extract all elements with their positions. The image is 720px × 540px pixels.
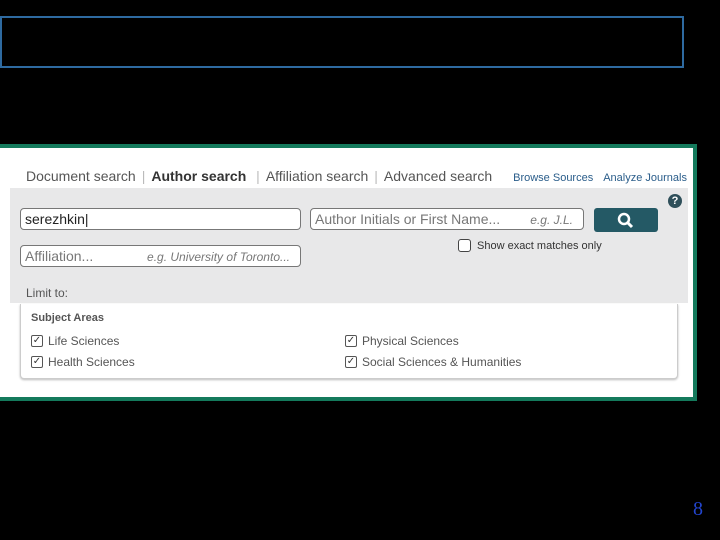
slide-title-placeholder: [0, 16, 684, 68]
subject-life-sciences[interactable]: ✓ Life Sciences: [31, 334, 119, 348]
exact-matches-label: Show exact matches only: [477, 239, 602, 252]
limit-to-label: Limit to:: [26, 286, 69, 300]
checkbox-checked-icon[interactable]: ✓: [31, 356, 43, 368]
scopus-search-panel: Document search | Author search | Affilia…: [0, 144, 697, 401]
author-last-name-input[interactable]: serezhkin|: [20, 208, 301, 230]
subject-areas-title: Subject Areas: [31, 312, 104, 324]
analyze-journals-link[interactable]: Analyze Journals: [603, 172, 687, 184]
checkbox-checked-icon[interactable]: ✓: [31, 335, 43, 347]
author-initials-input[interactable]: Author Initials or First Name... e.g. J.L…: [310, 208, 584, 230]
browse-sources-link[interactable]: Browse Sources: [513, 172, 593, 184]
search-icon: [617, 212, 634, 229]
affiliation-input[interactable]: Affiliation... e.g. University of Toronto…: [20, 245, 301, 267]
search-button[interactable]: [594, 208, 658, 232]
search-form: serezhkin| Author Initials or First Name…: [10, 188, 688, 303]
exact-matches-checkbox[interactable]: [458, 239, 471, 252]
slide-page-number: 8: [693, 498, 703, 520]
help-icon[interactable]: ?: [668, 194, 682, 208]
subject-areas-box: Subject Areas ✓ Life Sciences ✓ Health Sci…: [20, 304, 678, 379]
subject-physical-sciences[interactable]: ✓ Physical Sciences: [345, 334, 459, 348]
subject-health-sciences[interactable]: ✓ Health Sciences: [31, 355, 135, 369]
subject-social-sciences[interactable]: ✓ Social Sciences & Humanities: [345, 355, 521, 369]
checkbox-checked-icon[interactable]: ✓: [345, 335, 357, 347]
checkbox-checked-icon[interactable]: ✓: [345, 356, 357, 368]
